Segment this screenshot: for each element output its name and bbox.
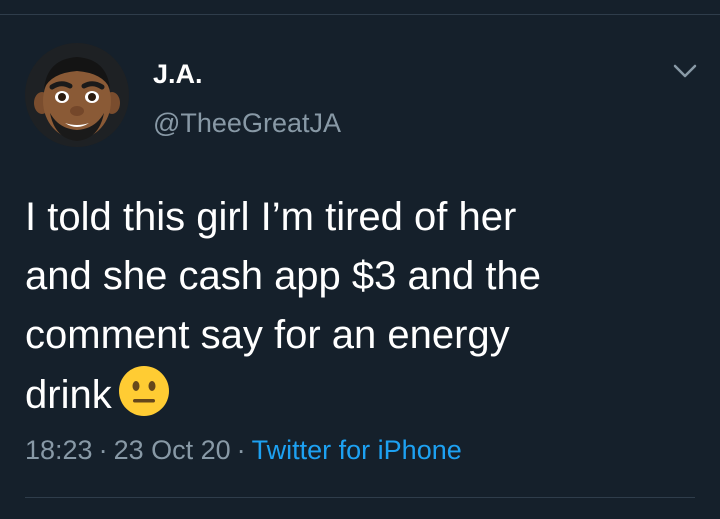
tweet-source-link[interactable]: Twitter for iPhone: [252, 435, 462, 465]
tweet-text-line: drink: [25, 373, 112, 417]
tweet-text-line: I told this girl I’m tired of her: [25, 195, 517, 239]
tweet-text: I told this girl I’m tired of her and sh…: [25, 188, 705, 434]
bottom-divider: [25, 497, 695, 498]
avatar[interactable]: [25, 43, 129, 147]
tweet-options-button[interactable]: [670, 58, 700, 84]
memoji-avatar-icon: [25, 43, 129, 147]
tweet-date[interactable]: 23 Oct 20: [114, 435, 231, 465]
tweet-card: J.A. @TheeGreatJA I told this girl I’m t…: [0, 0, 720, 519]
tweet-text-line: and she cash app $3 and the: [25, 254, 541, 298]
tweet-text-line: comment say for an energy: [25, 313, 510, 357]
tweet-time[interactable]: 18:23: [25, 435, 93, 465]
chevron-down-icon: [673, 64, 697, 78]
meta-separator: ·: [98, 435, 108, 465]
tweet-meta: 18:23 · 23 Oct 20 · Twitter for iPhone: [25, 435, 462, 466]
top-divider: [0, 14, 720, 15]
author-handle[interactable]: @TheeGreatJA: [153, 108, 341, 139]
meta-separator: ·: [236, 435, 246, 465]
author-display-name[interactable]: J.A.: [153, 59, 203, 90]
neutral-face-icon: [118, 365, 170, 434]
